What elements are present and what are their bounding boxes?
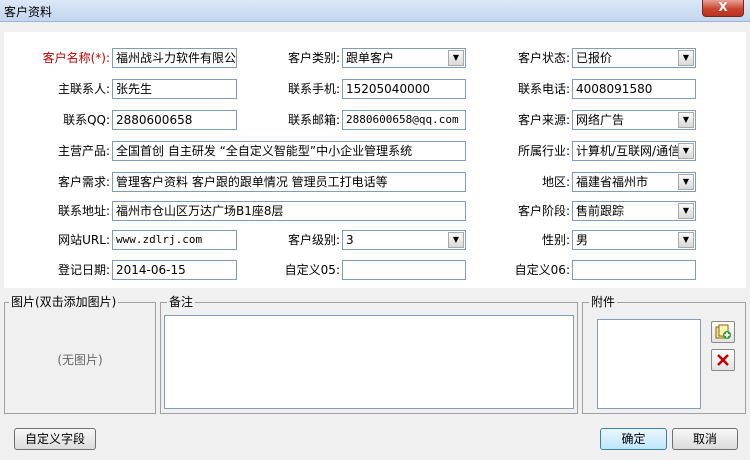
customer-source-select[interactable]: 网络广告 ▼: [572, 110, 696, 130]
ok-button[interactable]: 确定: [600, 428, 667, 450]
industry-label: 所属行业:: [517, 144, 570, 158]
customer-type-label: 客户类别:: [287, 51, 340, 65]
contact-mobile-input[interactable]: 15205040000: [342, 79, 466, 99]
industry-value: 计算机/互联网/通信: [576, 144, 681, 158]
cancel-button[interactable]: 取消: [672, 428, 738, 450]
region-value: 福建省福州市: [576, 175, 649, 189]
notes-group-title: 备注: [167, 295, 196, 309]
chevron-down-icon[interactable]: ▼: [448, 232, 464, 248]
contact-mobile-label: 联系手机:: [287, 82, 340, 96]
contact-phone-input[interactable]: 4008091580: [572, 79, 696, 99]
customer-source-value: 网络广告: [576, 113, 625, 127]
chevron-down-icon[interactable]: ▼: [678, 232, 694, 248]
customer-stage-select[interactable]: 售前跟踪 ▼: [572, 201, 696, 221]
contact-phone-label: 联系电话:: [517, 82, 570, 96]
chevron-down-icon[interactable]: ▼: [678, 203, 694, 219]
add-attachment-button[interactable]: [711, 321, 735, 343]
register-date-label: 登记日期:: [57, 263, 110, 277]
close-button[interactable]: X: [702, 0, 744, 17]
website-label: 网站URL:: [58, 233, 110, 247]
region-select[interactable]: 福建省福州市 ▼: [572, 172, 696, 192]
form-panel: 客户名称(*): 福州战斗力软件有限公司 客户类别: 跟单客户 ▼ 客户状态: …: [4, 32, 746, 288]
attachments-list[interactable]: [597, 319, 701, 409]
customer-level-label: 客户级别:: [287, 233, 340, 247]
notes-group: 备注: [160, 295, 578, 414]
website-input[interactable]: www.zdlrj.com: [112, 230, 237, 250]
custom06-label: 自定义06:: [514, 263, 570, 277]
contact-email-input[interactable]: 2880600658@qq.com: [342, 110, 466, 130]
customer-status-value: 已报价: [576, 51, 613, 65]
customer-needs-label: 客户需求:: [57, 175, 110, 189]
customer-status-label: 客户状态:: [517, 51, 570, 65]
window-title: 客户资料: [4, 5, 53, 19]
customer-needs-input[interactable]: 管理客户资料 客户跟的跟单情况 管理员工打电话等: [112, 172, 466, 192]
region-label: 地区:: [541, 175, 570, 189]
attachments-group-title: 附件: [589, 295, 618, 309]
picture-group[interactable]: 图片(双击添加图片) (无图片): [4, 295, 156, 414]
register-date-input[interactable]: 2014-06-15: [112, 260, 237, 280]
custom06-input[interactable]: [572, 260, 696, 280]
delete-x-icon: [717, 354, 729, 366]
contact-address-label: 联系地址:: [57, 204, 110, 218]
customer-source-label: 客户来源:: [517, 113, 570, 127]
customer-status-select[interactable]: 已报价 ▼: [572, 48, 696, 68]
main-products-input[interactable]: 全国首创 自主研发 “全自定义智能型”中小企业管理系统: [112, 141, 466, 161]
custom-fields-button[interactable]: 自定义字段: [14, 428, 96, 450]
main-products-label: 主营产品:: [57, 144, 110, 158]
gender-select[interactable]: 男 ▼: [572, 230, 696, 250]
main-contact-label: 主联系人:: [57, 82, 110, 96]
chevron-down-icon[interactable]: ▼: [678, 174, 694, 190]
picture-group-title: 图片(双击添加图片): [9, 295, 119, 309]
customer-name-label: 客户名称(*):: [42, 51, 110, 65]
gender-label: 性别:: [541, 233, 570, 247]
contact-address-input[interactable]: 福州市仓山区万达广场B1座8层: [112, 201, 466, 221]
customer-level-value: 3: [346, 233, 354, 247]
customer-level-select[interactable]: 3 ▼: [342, 230, 466, 250]
customer-stage-value: 售前跟踪: [576, 204, 625, 218]
customer-type-select[interactable]: 跟单客户 ▼: [342, 48, 466, 68]
add-attachment-icon: [715, 324, 731, 339]
no-picture-text: (无图片): [57, 353, 103, 367]
delete-attachment-button[interactable]: [711, 349, 735, 371]
industry-select[interactable]: 计算机/互联网/通信 ▼: [572, 141, 696, 161]
chevron-down-icon[interactable]: ▼: [678, 143, 694, 159]
attachments-group: 附件: [582, 295, 746, 414]
customer-stage-label: 客户阶段:: [517, 204, 570, 218]
gender-value: 男: [576, 233, 589, 247]
contact-email-label: 联系邮箱:: [287, 113, 340, 127]
custom05-input[interactable]: [342, 260, 466, 280]
chevron-down-icon[interactable]: ▼: [678, 50, 694, 66]
custom05-label: 自定义05:: [284, 263, 340, 277]
customer-type-value: 跟单客户: [346, 51, 395, 65]
chevron-down-icon[interactable]: ▼: [448, 50, 464, 66]
customer-name-input[interactable]: 福州战斗力软件有限公司: [112, 48, 237, 68]
main-contact-input[interactable]: 张先生: [112, 79, 237, 99]
contact-qq-label: 联系QQ:: [63, 113, 110, 127]
title-bar: 客户资料 X: [0, 0, 750, 22]
notes-textarea[interactable]: [164, 315, 574, 409]
contact-qq-input[interactable]: 2880600658: [112, 110, 237, 130]
chevron-down-icon[interactable]: ▼: [678, 112, 694, 128]
